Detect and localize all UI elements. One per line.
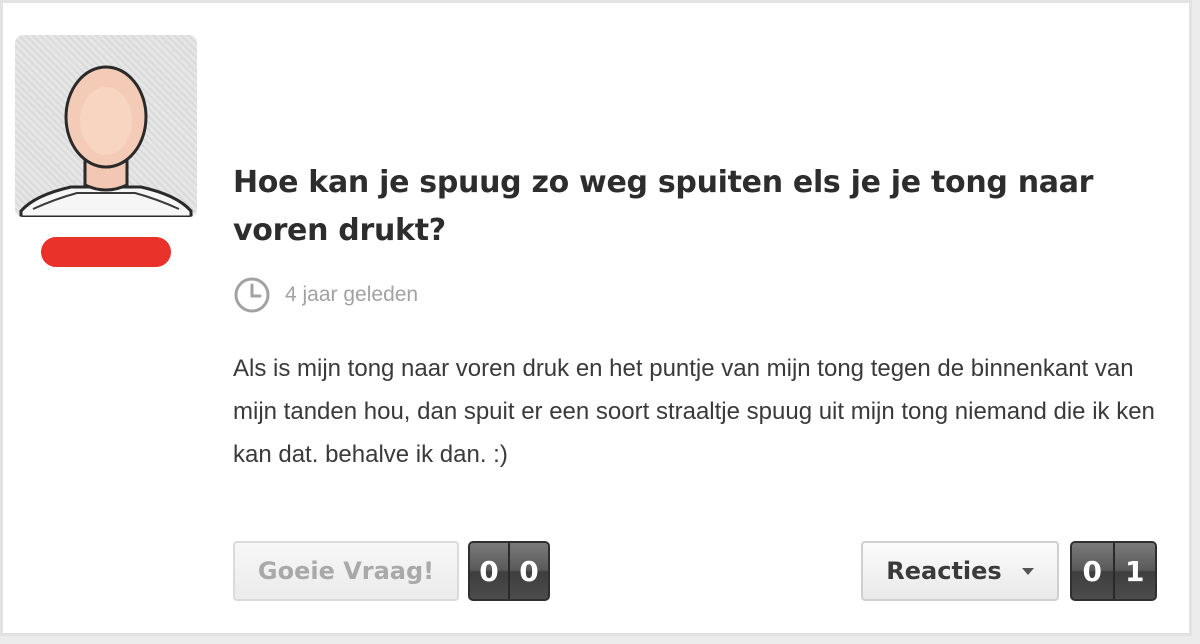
clock-icon (234, 277, 270, 313)
reacties-label: Reacties (886, 557, 1002, 585)
default-user-avatar-icon (19, 65, 193, 217)
question-body: Als is mijn tong naar voren druk en het … (233, 355, 1155, 468)
reacties-counter: 0 1 (1070, 541, 1157, 601)
question-timestamp: 4 jaar geleden (285, 283, 419, 306)
goeie-vraag-label: Goeie Vraag! (257, 557, 435, 585)
goeie-vraag-button[interactable]: Goeie Vraag! (233, 541, 459, 601)
caret-down-icon (1021, 567, 1034, 575)
reacties-dropdown-button[interactable]: Reacties (861, 541, 1059, 601)
user-avatar[interactable] (15, 35, 197, 217)
counter-digit: 0 (508, 543, 548, 599)
question-card: Hoe kan je spuug zo weg spuiten els je j… (0, 0, 1192, 636)
counter-digit: 0 (470, 543, 508, 599)
counter-digit: 0 (1072, 543, 1113, 599)
goeie-vraag-counter: 0 0 (468, 541, 550, 601)
question-meta: 4 jaar geleden (233, 275, 418, 315)
counter-digit: 1 (1112, 543, 1155, 599)
question-title: Hoe kan je spuug zo weg spuiten els je j… (233, 165, 1094, 248)
username-redacted[interactable] (41, 237, 171, 267)
